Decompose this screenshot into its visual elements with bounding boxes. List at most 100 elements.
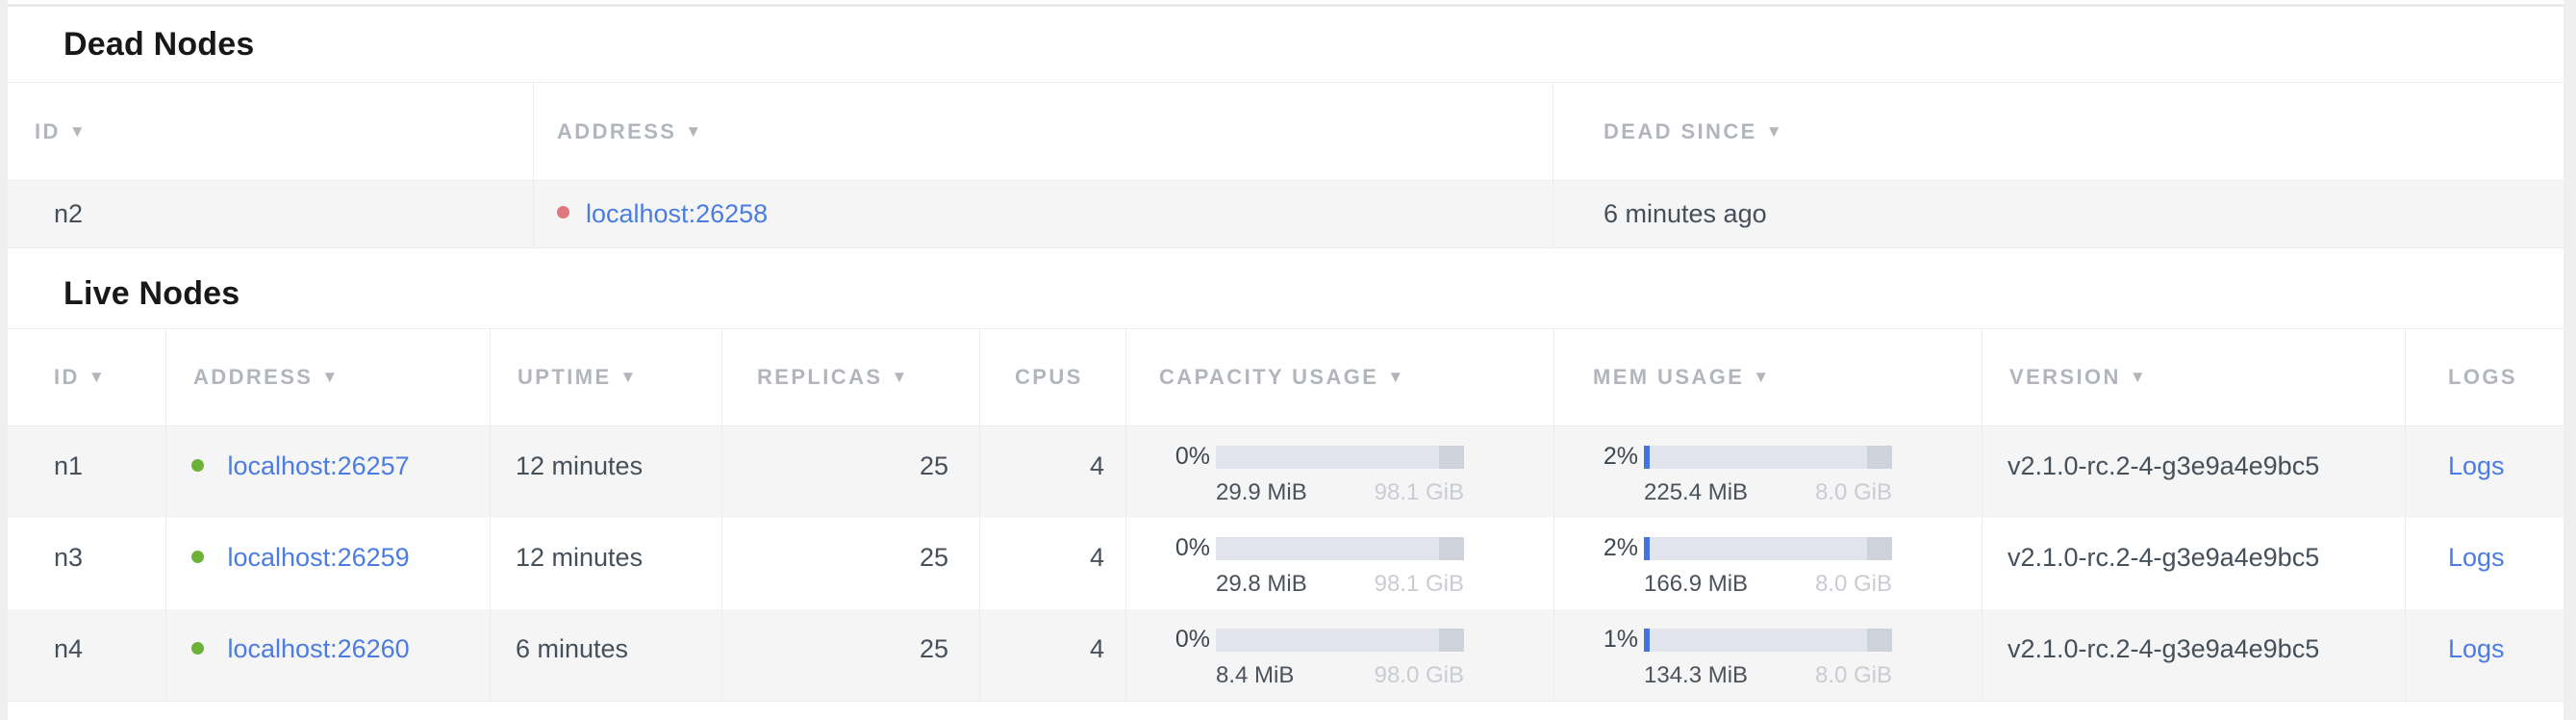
sort-arrow-icon: ▼: [1766, 122, 1784, 141]
bar-end-segment: [1867, 537, 1892, 560]
column-header-label: ADDRESS: [557, 119, 676, 144]
live-node-status-icon: [191, 642, 204, 655]
mem-usage-bar: [1644, 537, 1892, 560]
capacity-usage-bar: [1216, 537, 1464, 560]
node-id-cell: n1: [8, 426, 166, 518]
column-header-label: REPLICAS: [757, 365, 882, 390]
mem-used-value: 134.3 MiB: [1644, 662, 1748, 689]
node-address-cell: localhost:26260: [166, 609, 491, 701]
column-header-label: LOGS: [2448, 365, 2517, 390]
dead-nodes-header-row: ID ▼ ADDRESS ▼ DEAD SINCE ▼: [8, 83, 2563, 181]
sort-arrow-icon: ▼: [321, 368, 340, 387]
sort-arrow-icon: ▼: [1387, 368, 1405, 387]
column-header-dead-id[interactable]: ID ▼: [8, 83, 534, 180]
mem-percent-label: 1%: [1589, 626, 1638, 654]
sort-arrow-icon: ▼: [1753, 368, 1771, 387]
replicas-cell: 25: [722, 518, 980, 609]
node-id-cell: n4: [8, 609, 166, 701]
logs-cell: Logs: [2406, 426, 2562, 518]
version-cell: v2.1.0-rc.2-4-g3e9a4e9bc5: [1983, 518, 2406, 609]
replicas-cell: 25: [722, 609, 980, 701]
capacity-usage-cell: 0% 29.8 MiB 98.1 GiB: [1126, 518, 1554, 609]
content-panel: Dead Nodes ID ▼ ADDRESS ▼ DEAD SINCE ▼ n…: [8, 0, 2563, 720]
column-header-label: ID: [54, 365, 80, 390]
column-header-label: ID: [35, 119, 61, 144]
bar-end-segment: [1439, 537, 1464, 560]
node-address-link[interactable]: localhost:26257: [228, 451, 410, 480]
capacity-used-value: 29.9 MiB: [1216, 479, 1307, 506]
node-address-link[interactable]: localhost:26258: [586, 199, 768, 229]
bar-used-segment: [1644, 446, 1650, 469]
column-header-label: VERSION: [2009, 365, 2121, 390]
live-node-row-n1: n1 localhost:26257 12 minutes 25 4 0% 29…: [8, 426, 2563, 518]
logs-cell: Logs: [2406, 518, 2562, 609]
mem-percent-label: 2%: [1589, 534, 1638, 562]
cpus-cell: 4: [980, 609, 1126, 701]
logs-link[interactable]: Logs: [2448, 634, 2505, 663]
live-nodes-header-row: ID ▼ ADDRESS ▼ UPTIME ▼ REPLICAS ▼ CPUS …: [8, 329, 2563, 426]
live-nodes-title-bar: Live Nodes: [8, 260, 2563, 329]
column-header-address[interactable]: ADDRESS ▼: [166, 329, 491, 425]
node-id-cell: n2: [8, 181, 534, 247]
uptime-cell: 6 minutes: [491, 609, 722, 701]
node-address-link[interactable]: localhost:26259: [228, 543, 410, 572]
logs-cell: Logs: [2406, 609, 2562, 701]
mem-usage-cell: 2% 225.4 MiB 8.0 GiB: [1554, 426, 1983, 518]
column-header-dead-address[interactable]: ADDRESS ▼: [534, 83, 1553, 180]
column-header-label: CAPACITY USAGE: [1159, 365, 1378, 390]
node-address-cell: localhost:26258: [534, 181, 1553, 247]
dead-nodes-title: Dead Nodes: [63, 26, 255, 64]
uptime-cell: 12 minutes: [491, 426, 722, 518]
column-header-label: DEAD SINCE: [1604, 119, 1757, 144]
node-address-link[interactable]: localhost:26260: [228, 634, 410, 663]
column-header-id[interactable]: ID ▼: [8, 329, 166, 425]
column-header-version[interactable]: VERSION ▼: [1983, 329, 2406, 425]
capacity-percent-label: 0%: [1161, 534, 1210, 562]
capacity-usage-cell: 0% 29.9 MiB 98.1 GiB: [1126, 426, 1554, 518]
sort-arrow-icon: ▼: [2130, 368, 2148, 387]
sort-arrow-icon: ▼: [88, 368, 107, 387]
mem-usage-bar: [1644, 629, 1892, 652]
column-header-mem-usage[interactable]: MEM USAGE ▼: [1554, 329, 1983, 425]
sort-arrow-icon: ▼: [685, 122, 703, 141]
column-header-capacity-usage[interactable]: CAPACITY USAGE ▼: [1126, 329, 1554, 425]
logs-link[interactable]: Logs: [2448, 543, 2505, 572]
column-header-dead-since[interactable]: DEAD SINCE ▼: [1553, 83, 2562, 180]
live-node-status-icon: [191, 551, 204, 563]
bar-used-segment: [1644, 537, 1650, 560]
mem-usage-cell: 2% 166.9 MiB 8.0 GiB: [1554, 518, 1983, 609]
section-gap: [8, 248, 2563, 260]
column-header-label: UPTIME: [518, 365, 612, 390]
dead-node-status-icon: [557, 206, 569, 219]
sort-arrow-icon: ▼: [620, 368, 639, 387]
bar-used-segment: [1644, 629, 1650, 652]
capacity-usage-bar: [1216, 629, 1464, 652]
column-header-uptime[interactable]: UPTIME ▼: [491, 329, 722, 425]
bar-end-segment: [1439, 629, 1464, 652]
cpus-cell: 4: [980, 518, 1126, 609]
column-header-replicas[interactable]: REPLICAS ▼: [722, 329, 980, 425]
capacity-percent-label: 0%: [1161, 626, 1210, 654]
node-id-cell: n3: [8, 518, 166, 609]
mem-used-value: 166.9 MiB: [1644, 571, 1748, 598]
column-header-logs: LOGS: [2406, 329, 2562, 425]
live-node-status-icon: [191, 459, 204, 472]
capacity-usage-bar: [1216, 446, 1464, 469]
live-nodes-title: Live Nodes: [63, 275, 240, 313]
mem-usage-bar: [1644, 446, 1892, 469]
dead-since-cell: 6 minutes ago: [1553, 181, 2562, 247]
sort-arrow-icon: ▼: [891, 368, 909, 387]
node-address-cell: localhost:26259: [166, 518, 491, 609]
logs-link[interactable]: Logs: [2448, 451, 2505, 480]
version-cell: v2.1.0-rc.2-4-g3e9a4e9bc5: [1983, 609, 2406, 701]
bar-end-segment: [1439, 446, 1464, 469]
capacity-percent-label: 0%: [1161, 443, 1210, 471]
live-node-row-n4: n4 localhost:26260 6 minutes 25 4 0% 8.4…: [8, 609, 2563, 702]
capacity-used-value: 29.8 MiB: [1216, 571, 1307, 598]
mem-total-value: 8.0 GiB: [1815, 479, 1892, 506]
capacity-total-value: 98.0 GiB: [1375, 662, 1464, 689]
mem-used-value: 225.4 MiB: [1644, 479, 1748, 506]
node-address-cell: localhost:26257: [166, 426, 491, 518]
live-node-row-n3: n3 localhost:26259 12 minutes 25 4 0% 29…: [8, 518, 2563, 609]
column-header-label: MEM USAGE: [1593, 365, 1744, 390]
